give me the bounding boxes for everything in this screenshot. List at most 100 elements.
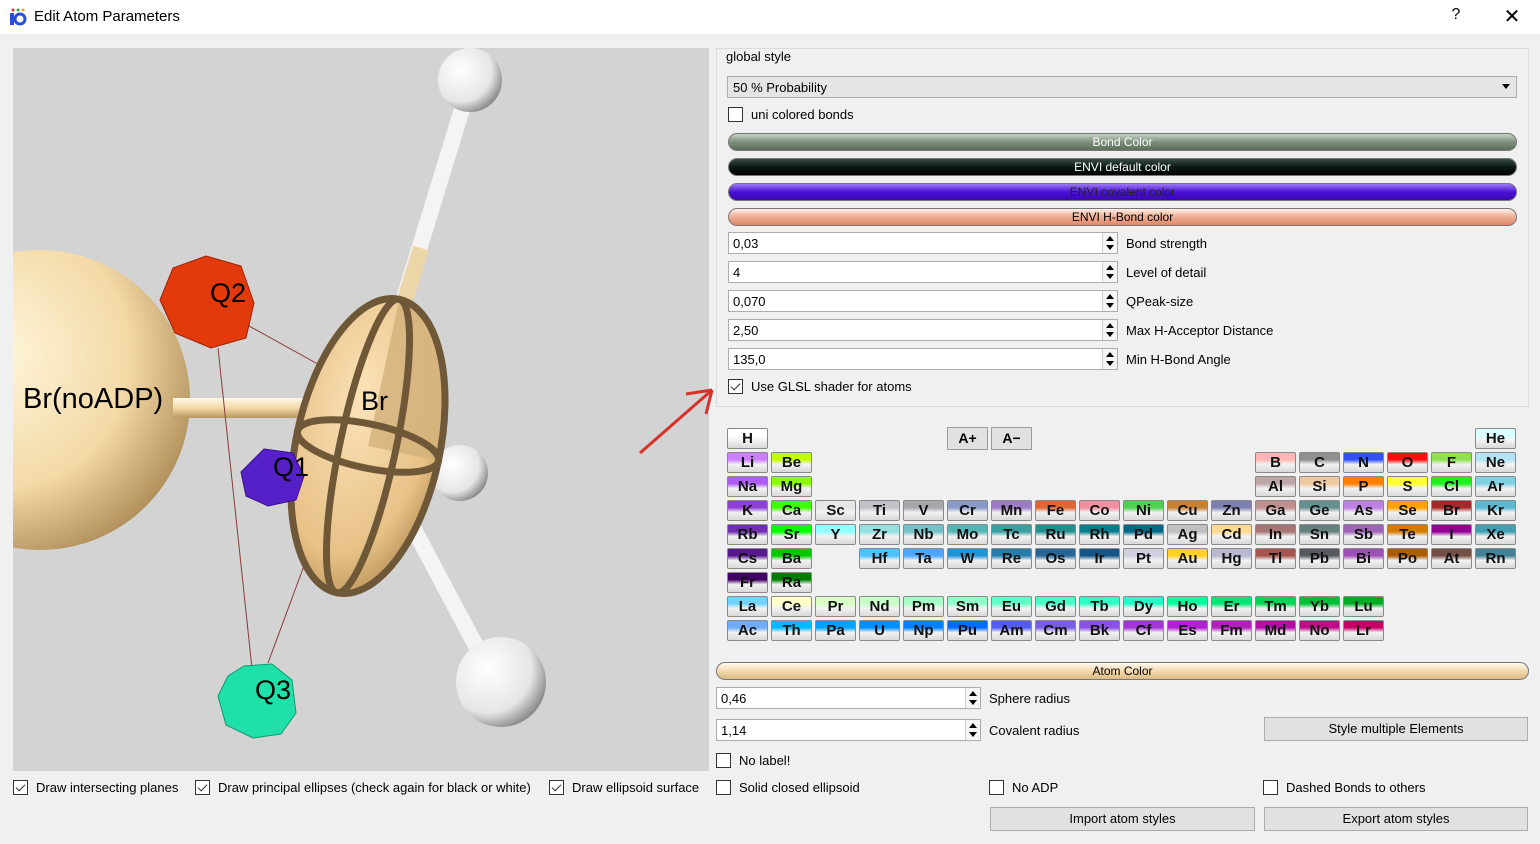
element-sn-button[interactable]: Sn <box>1299 524 1340 545</box>
element-rh-button[interactable]: Rh <box>1079 524 1120 545</box>
element-rn-button[interactable]: Rn <box>1475 548 1516 569</box>
spin-arrows[interactable] <box>1102 349 1117 369</box>
element-ho-button[interactable]: Ho <box>1167 596 1208 617</box>
element-w-button[interactable]: W <box>947 548 988 569</box>
use-glsl-checkbox[interactable]: Use GLSL shader for atoms <box>728 379 912 394</box>
element-pm-button[interactable]: Pm <box>903 596 944 617</box>
element-re-button[interactable]: Re <box>991 548 1032 569</box>
element-tl-button[interactable]: Tl <box>1255 548 1296 569</box>
element-np-button[interactable]: Np <box>903 620 944 641</box>
element-ba-button[interactable]: Ba <box>771 548 812 569</box>
checkbox-box[interactable] <box>195 780 210 795</box>
element-sb-button[interactable]: Sb <box>1343 524 1384 545</box>
element-fm-button[interactable]: Fm <box>1211 620 1252 641</box>
element-ru-button[interactable]: Ru <box>1035 524 1076 545</box>
element-pr-button[interactable]: Pr <box>815 596 856 617</box>
element-nd-button[interactable]: Nd <box>859 596 900 617</box>
element-h-button[interactable]: H <box>727 428 768 449</box>
element-ta-button[interactable]: Ta <box>903 548 944 569</box>
spin-arrows[interactable] <box>1102 262 1117 282</box>
element-es-button[interactable]: Es <box>1167 620 1208 641</box>
element-th-button[interactable]: Th <box>771 620 812 641</box>
checkbox-box[interactable] <box>13 780 28 795</box>
envi-default-color-button[interactable]: ENVI default color <box>728 158 1517 176</box>
element-tc-button[interactable]: Tc <box>991 524 1032 545</box>
qpeak-size-spinbox[interactable]: 0,070 <box>728 290 1118 312</box>
element-si-button[interactable]: Si <box>1299 476 1340 497</box>
element-sr-button[interactable]: Sr <box>771 524 812 545</box>
element-xe-button[interactable]: Xe <box>1475 524 1516 545</box>
element-dy-button[interactable]: Dy <box>1123 596 1164 617</box>
checkbox-box[interactable] <box>1263 780 1278 795</box>
element-mn-button[interactable]: Mn <box>991 500 1032 521</box>
import-atom-styles-button[interactable]: Import atom styles <box>990 807 1255 831</box>
element-sm-button[interactable]: Sm <box>947 596 988 617</box>
element-cm-button[interactable]: Cm <box>1035 620 1076 641</box>
close-button[interactable]: ✕ <box>1502 4 1522 29</box>
element-be-button[interactable]: Be <box>771 452 812 473</box>
element-f-button[interactable]: F <box>1431 452 1472 473</box>
element-zr-button[interactable]: Zr <box>859 524 900 545</box>
element-au-button[interactable]: Au <box>1167 548 1208 569</box>
element-os-button[interactable]: Os <box>1035 548 1076 569</box>
element-he-button[interactable]: He <box>1475 428 1516 449</box>
element-po-button[interactable]: Po <box>1387 548 1428 569</box>
envi-covalent-color-button[interactable]: ENVI covalent color <box>728 183 1517 201</box>
element-bk-button[interactable]: Bk <box>1079 620 1120 641</box>
element-ir-button[interactable]: Ir <box>1079 548 1120 569</box>
element-am-button[interactable]: Am <box>991 620 1032 641</box>
element-yb-button[interactable]: Yb <box>1299 596 1340 617</box>
checkbox-box[interactable] <box>728 107 743 122</box>
help-button[interactable]: ? <box>1448 6 1464 24</box>
max-h-acceptor-spinbox[interactable]: 2,50 <box>728 319 1118 341</box>
spin-arrows[interactable] <box>965 688 980 708</box>
element-ni-button[interactable]: Ni <box>1123 500 1164 521</box>
no-adp-checkbox[interactable]: No ADP <box>989 780 1058 795</box>
element-cl-button[interactable]: Cl <box>1431 476 1472 497</box>
element-hf-button[interactable]: Hf <box>859 548 900 569</box>
element-i-button[interactable]: I <box>1431 524 1472 545</box>
element-ge-button[interactable]: Ge <box>1299 500 1340 521</box>
element-gd-button[interactable]: Gd <box>1035 596 1076 617</box>
checkbox-box[interactable] <box>716 753 731 768</box>
checkbox-box[interactable] <box>549 780 564 795</box>
element-br-button[interactable]: Br <box>1431 500 1472 521</box>
checkbox-box[interactable] <box>989 780 1004 795</box>
element-pd-button[interactable]: Pd <box>1123 524 1164 545</box>
style-select[interactable]: 50 % Probability <box>727 76 1517 98</box>
bond-color-button[interactable]: Bond Color <box>728 133 1517 151</box>
solid-closed-ellipsoid-checkbox[interactable]: Solid closed ellipsoid <box>716 780 860 795</box>
element-pu-button[interactable]: Pu <box>947 620 988 641</box>
element-se-button[interactable]: Se <box>1387 500 1428 521</box>
element-mo-button[interactable]: Mo <box>947 524 988 545</box>
element-ca-button[interactable]: Ca <box>771 500 812 521</box>
element-in-button[interactable]: In <box>1255 524 1296 545</box>
draw-principal-ellipses-checkbox[interactable]: Draw principal ellipses (check again for… <box>195 780 531 795</box>
element-ra-button[interactable]: Ra <box>771 572 812 593</box>
element-no-button[interactable]: No <box>1299 620 1340 641</box>
element-eu-button[interactable]: Eu <box>991 596 1032 617</box>
element-cs-button[interactable]: Cs <box>727 548 768 569</box>
element-ga-button[interactable]: Ga <box>1255 500 1296 521</box>
checkbox-box[interactable] <box>728 379 743 394</box>
no-label-checkbox[interactable]: No label! <box>716 753 790 768</box>
element-b-button[interactable]: B <box>1255 452 1296 473</box>
element-al-button[interactable]: Al <box>1255 476 1296 497</box>
element-y-button[interactable]: Y <box>815 524 856 545</box>
element-te-button[interactable]: Te <box>1387 524 1428 545</box>
level-of-detail-spinbox[interactable]: 4 <box>728 261 1118 283</box>
min-hbond-angle-spinbox[interactable]: 135,0 <box>728 348 1118 370</box>
element-pb-button[interactable]: Pb <box>1299 548 1340 569</box>
element-ne-button[interactable]: Ne <box>1475 452 1516 473</box>
export-atom-styles-button[interactable]: Export atom styles <box>1264 807 1528 831</box>
element-ag-button[interactable]: Ag <box>1167 524 1208 545</box>
element-cf-button[interactable]: Cf <box>1123 620 1164 641</box>
element-hg-button[interactable]: Hg <box>1211 548 1252 569</box>
element-o-button[interactable]: O <box>1387 452 1428 473</box>
element-bi-button[interactable]: Bi <box>1343 548 1384 569</box>
draw-ellipsoid-surface-checkbox[interactable]: Draw ellipsoid surface <box>549 780 699 795</box>
molecule-viewport[interactable]: Br(noADP) Br Q1 Q2 Q3 <box>13 48 709 771</box>
element-as-button[interactable]: As <box>1343 500 1384 521</box>
element-s-button[interactable]: S <box>1387 476 1428 497</box>
element-pt-button[interactable]: Pt <box>1123 548 1164 569</box>
